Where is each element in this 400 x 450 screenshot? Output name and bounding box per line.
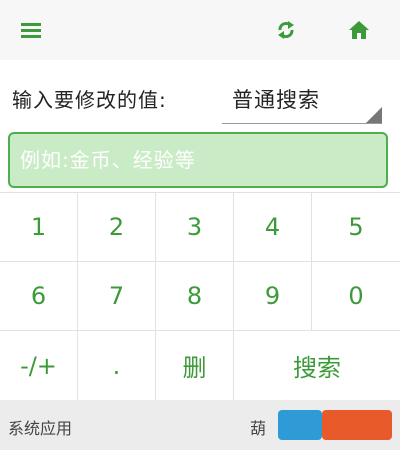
key-0[interactable]: 0 [312, 262, 400, 331]
key-1[interactable]: 1 [0, 193, 78, 262]
key-2[interactable]: 2 [78, 193, 156, 262]
select-underline [222, 123, 382, 124]
search-mode-select[interactable]: 普通搜索 [222, 72, 384, 124]
top-toolbar [0, 0, 400, 60]
search-mode-value: 普通搜索 [232, 88, 320, 112]
menu-icon[interactable] [18, 17, 44, 43]
search-value-input[interactable]: 例如:金币、经验等 [8, 132, 388, 188]
key-sign-toggle[interactable]: -/+ [0, 331, 78, 400]
key-5[interactable]: 5 [312, 193, 400, 262]
key-decimal[interactable]: . [78, 331, 156, 400]
key-8[interactable]: 8 [156, 262, 234, 331]
key-4[interactable]: 4 [234, 193, 312, 262]
search-button[interactable]: 搜索 [234, 331, 400, 400]
system-apps-tab[interactable]: 系统应用 [8, 415, 72, 439]
delete-button[interactable]: 删 [156, 331, 234, 400]
keypad: 1 2 3 4 5 6 7 8 9 0 -/+ . 删 搜索 [0, 192, 400, 400]
value-label: 输入要修改的值: [12, 88, 167, 112]
bottom-right-tab[interactable]: 葫 [250, 415, 266, 439]
refresh-icon[interactable] [273, 17, 299, 43]
home-icon[interactable] [346, 17, 372, 43]
key-9[interactable]: 9 [234, 262, 312, 331]
key-3[interactable]: 3 [156, 193, 234, 262]
watermark-logo [278, 410, 392, 440]
dropdown-corner-icon [366, 107, 382, 123]
key-7[interactable]: 7 [78, 262, 156, 331]
key-6[interactable]: 6 [0, 262, 78, 331]
